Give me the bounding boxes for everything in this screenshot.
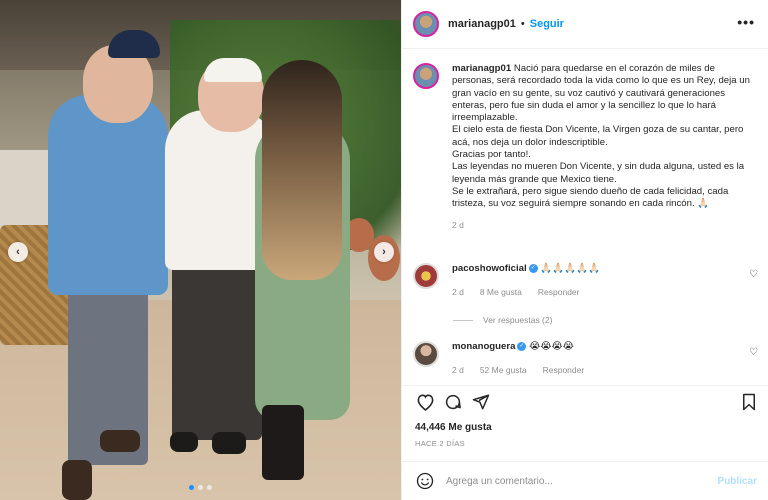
more-options-icon[interactable]: ••• — [737, 14, 755, 30]
like-heart-icon[interactable] — [413, 390, 437, 414]
caption-line: El cielo esta de fiesta Don Vicente, la … — [452, 124, 744, 148]
save-bookmark-icon[interactable] — [737, 390, 761, 414]
carousel-dot — [189, 485, 194, 490]
post-side-panel: marianagp01 • Seguir ••• marianagp01 Nac… — [401, 0, 768, 500]
instagram-post-modal: ‹ › marianagp01 • Seguir ••• marianagp01… — [0, 0, 768, 500]
caption-body: marianagp01 Nació para quedarse en el co… — [452, 63, 757, 231]
comment-meta: 2 d 8 Me gusta Responder — [452, 287, 600, 297]
comment-time[interactable]: 2 d — [452, 365, 464, 375]
caption-line: Gracias por tanto!. — [452, 149, 531, 161]
emoji-icon[interactable] — [416, 472, 434, 490]
comment-icon[interactable] — [441, 390, 465, 414]
likes-count[interactable]: 44,446 Me gusta — [415, 422, 492, 433]
next-photo-button[interactable]: › — [374, 242, 394, 262]
caption-time[interactable]: 2 d — [452, 219, 757, 231]
person-1-shoe — [100, 430, 140, 452]
person-1-shoe — [62, 460, 92, 500]
header-separator: • — [520, 18, 525, 30]
comments-list[interactable]: marianagp01 Nació para quedarse en el co… — [402, 49, 768, 385]
follow-button[interactable]: Seguir — [530, 18, 564, 30]
commenter-username[interactable]: monanoguera — [452, 341, 515, 352]
comment-text: 🙏🏻🙏🏻🙏🏻🙏🏻🙏🏻 — [540, 263, 601, 274]
commenter-avatar[interactable] — [413, 263, 439, 289]
author-username[interactable]: marianagp01 — [448, 18, 516, 30]
chevron-left-icon: ‹ — [16, 246, 20, 258]
comment-content: pacoshowoficial ✓ 🙏🏻🙏🏻🙏🏻🙏🏻🙏🏻 2 d 8 Me gus… — [452, 263, 600, 297]
person-3-boots — [262, 405, 304, 480]
comment-content: monanoguera ✓ 😭😭😭😭 2 d 52 Me gusta Respon… — [452, 341, 584, 375]
view-replies-toggle[interactable]: Ver respuestas (2) — [453, 315, 552, 325]
comment-item: pacoshowoficial ✓ 🙏🏻🙏🏻🙏🏻🙏🏻🙏🏻 2 d 8 Me gus… — [413, 263, 758, 297]
carousel-dots — [0, 485, 401, 490]
commenter-avatar[interactable] — [413, 341, 439, 367]
person-2-shoe — [212, 432, 246, 454]
post-actions: 44,446 Me gusta HACE 2 DÍAS — [402, 385, 768, 455]
caption-avatar[interactable] — [413, 63, 439, 89]
carousel-dot — [198, 485, 203, 490]
comment-input[interactable] — [446, 475, 706, 487]
comment-meta: 2 d 52 Me gusta Responder — [452, 365, 584, 375]
reply-button[interactable]: Responder — [538, 287, 580, 297]
action-icons — [413, 390, 758, 416]
verified-badge-icon: ✓ — [517, 341, 527, 351]
reply-button[interactable]: Responder — [543, 365, 585, 375]
verified-badge-icon: ✓ — [528, 263, 538, 273]
add-comment-bar: Publicar — [402, 461, 768, 500]
caption-username[interactable]: marianagp01 — [452, 63, 511, 74]
person-1-shirt — [48, 95, 168, 295]
comment-like-heart-icon[interactable]: ♡ — [749, 269, 758, 280]
comment-text: 😭😭😭😭 — [529, 341, 574, 352]
comment-time[interactable]: 2 d — [452, 287, 464, 297]
post-photo[interactable]: ‹ › — [0, 0, 401, 500]
caption-line: Las leyendas no mueren Don Vicente, y si… — [452, 161, 745, 185]
person-3-hair — [262, 60, 342, 280]
previous-photo-button[interactable]: ‹ — [8, 242, 28, 262]
post-date[interactable]: HACE 2 DÍAS — [415, 439, 465, 448]
post-caption: marianagp01 Nació para quedarse en el co… — [413, 63, 758, 231]
post-header: marianagp01 • Seguir ••• — [402, 0, 768, 49]
author-avatar[interactable] — [413, 11, 439, 37]
comment-like-heart-icon[interactable]: ♡ — [749, 347, 758, 358]
carousel-dot — [207, 485, 212, 490]
comment-likes[interactable]: 8 Me gusta — [480, 287, 522, 297]
replies-divider — [453, 319, 473, 321]
comment-likes[interactable]: 52 Me gusta — [480, 365, 527, 375]
view-replies-label: Ver respuestas (2) — [483, 315, 553, 325]
commenter-username[interactable]: pacoshowoficial — [452, 263, 527, 274]
publish-button[interactable]: Publicar — [718, 476, 757, 487]
share-icon[interactable] — [469, 390, 493, 414]
person-2-shoe — [170, 432, 198, 452]
comment-item: monanoguera ✓ 😭😭😭😭 2 d 52 Me gusta Respon… — [413, 341, 758, 375]
chevron-right-icon: › — [382, 246, 386, 258]
person-2-hair — [204, 58, 262, 82]
person-2-pants — [172, 255, 262, 440]
caption-line: Se le extrañará, pero sigue siendo dueño… — [452, 185, 729, 210]
